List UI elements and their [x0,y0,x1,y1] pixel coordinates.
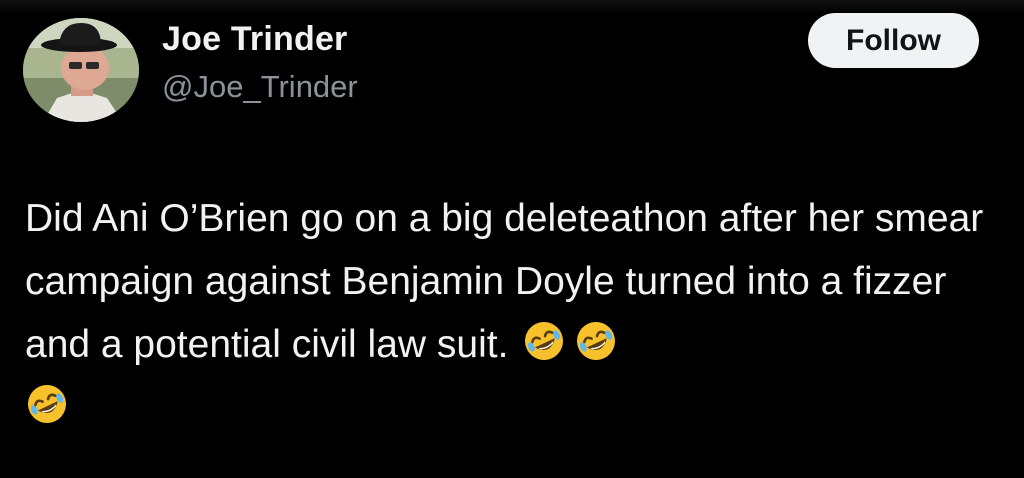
rolling-on-the-floor-laughing-icon [28,385,66,423]
avatar-photo-icon [23,18,139,122]
tweet-text: Did Ani O’Brien go on a big deleteathon … [25,197,984,366]
author-display-name[interactable]: Joe Trinder [162,20,347,59]
author-handle[interactable]: @Joe_Trinder [162,69,358,105]
rolling-on-the-floor-laughing-icon [525,322,564,360]
tweet-body: Did Ani O’Brien go on a big deleteathon … [25,187,1000,439]
avatar[interactable] [23,18,139,122]
tweet-card: Joe Trinder @Joe_Trinder Follow Did Ani … [0,0,1024,478]
follow-button[interactable]: Follow [808,13,979,68]
rolling-on-the-floor-laughing-icon [577,322,616,360]
